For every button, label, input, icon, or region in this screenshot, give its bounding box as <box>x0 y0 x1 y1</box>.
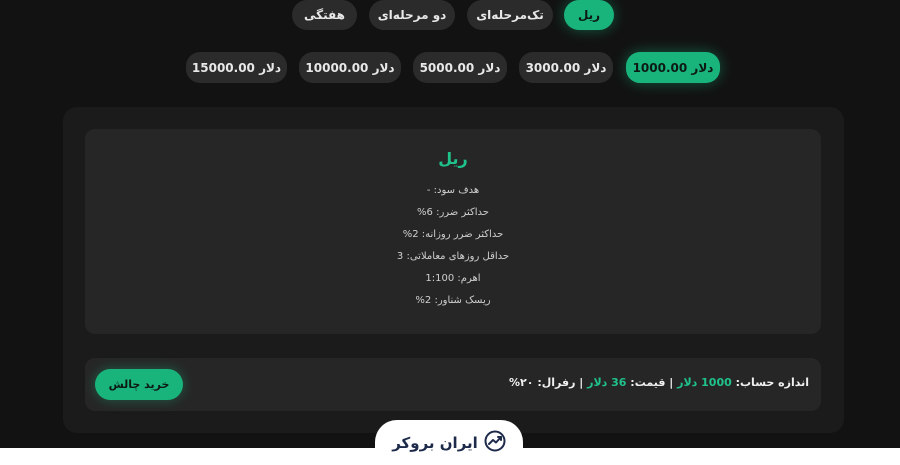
brand-logo[interactable]: ایران بروکر <box>375 420 523 465</box>
amount-15000[interactable]: 15000.00 دلار <box>186 52 287 83</box>
separator: | <box>579 376 584 389</box>
rule-max-loss: حداکثر ضرر: 6% <box>417 207 489 218</box>
price-value: 36 دلار <box>587 376 627 389</box>
tab-two-stage[interactable]: دو مرحله‌ای <box>369 0 455 30</box>
plan-details-card: ریل هدف سود: - حداکثر ضرر: 6% حداکثر ضرر… <box>85 129 821 334</box>
buy-challenge-button[interactable]: خرید چالش <box>95 369 183 400</box>
tab-single-stage[interactable]: تک‌مرحله‌ای <box>467 0 553 30</box>
rule-floating-risk: ریسک شناور: 2% <box>415 295 491 306</box>
price-label: قیمت: <box>630 376 666 389</box>
plan-title: ریل <box>438 149 468 168</box>
summary-text: اندازه حساب: 1000 دلار | قیمت: 36 دلار |… <box>509 376 809 389</box>
referral-value: ۲۰% <box>509 376 534 389</box>
separator: | <box>669 376 674 389</box>
order-summary: اندازه حساب: 1000 دلار | قیمت: 36 دلار |… <box>85 358 821 411</box>
brand-logo-text: ایران بروکر <box>392 433 478 452</box>
amount-10000[interactable]: 10000.00 دلار <box>299 52 401 83</box>
rule-leverage: اهرم: 1:100 <box>425 273 481 284</box>
account-size-label: اندازه حساب: <box>735 376 809 389</box>
rule-max-daily-loss: حداکثر ضرر روزانه: 2% <box>402 229 504 240</box>
rule-profit-target: هدف سود: - <box>426 185 480 196</box>
amount-3000[interactable]: 3000.00 دلار <box>519 52 613 83</box>
amount-5000[interactable]: 5000.00 دلار <box>413 52 507 83</box>
tab-weekly[interactable]: هفتگی <box>292 0 357 30</box>
tab-rail[interactable]: ریل <box>564 0 614 30</box>
trend-chart-icon <box>484 430 506 456</box>
referral-label: رفرال: <box>537 376 576 389</box>
account-size-value: 1000 دلار <box>677 376 732 389</box>
amount-1000[interactable]: 1000.00 دلار <box>626 52 720 83</box>
rule-min-trading-days: حداقل روزهای معاملاتی: 3 <box>396 251 510 262</box>
